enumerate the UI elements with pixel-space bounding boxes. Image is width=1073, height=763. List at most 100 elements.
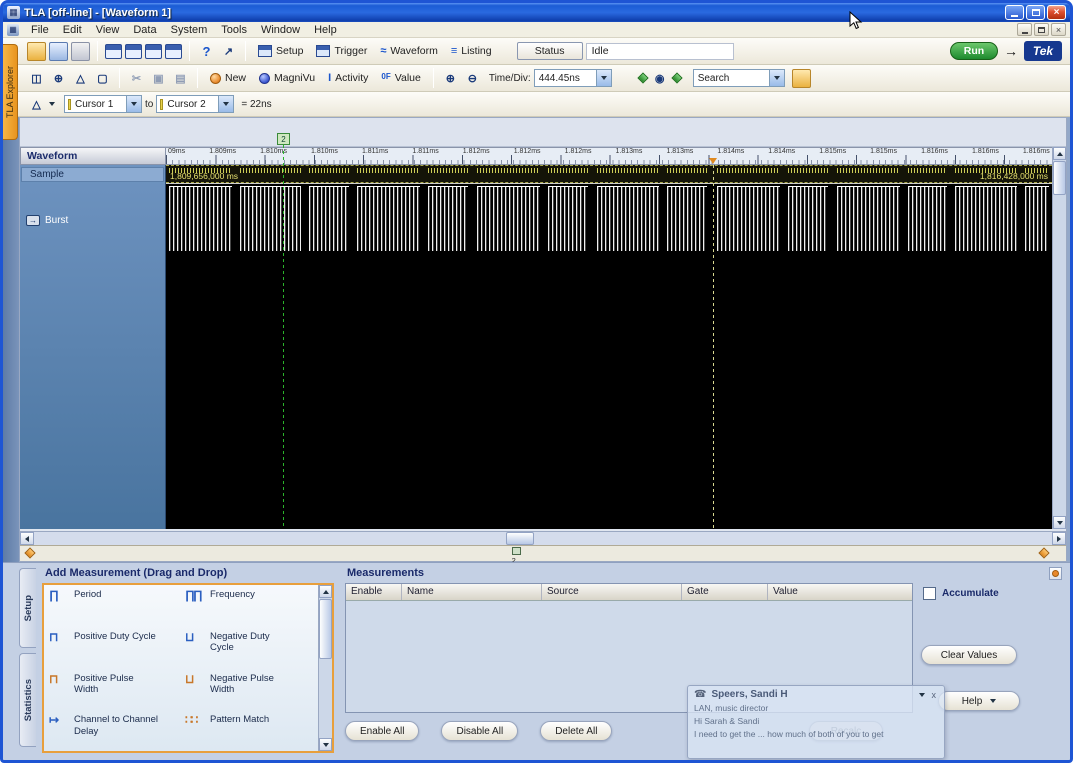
panel-tab-statistics[interactable]: Statistics [19,653,36,747]
waveform-button[interactable]: ≈ Waveform [375,43,443,59]
activity-button[interactable]: I Activity [323,70,373,86]
cursor1-line[interactable] [713,165,714,529]
splitter-icon[interactable]: ◫ [27,69,46,88]
mdi-close-button[interactable]: × [1051,23,1066,36]
open-icon[interactable] [27,42,46,61]
vertical-scroll-thumb[interactable] [1053,161,1066,195]
menu-view[interactable]: View [90,23,126,37]
measurement-item[interactable]: ↦Channel to Channel Delay [47,713,179,749]
close-button[interactable]: × [1047,5,1066,20]
zoom-in-icon[interactable]: ⊕ [441,69,460,88]
overview-bar[interactable]: 2 [20,545,1066,561]
setup-button[interactable]: Setup [253,43,308,59]
button-enable-all[interactable]: Enable All [345,721,419,741]
popup-close-icon[interactable]: x [930,690,939,700]
value-button[interactable]: 0F Value [376,70,425,86]
overview-cursor2-marker[interactable]: 2 [512,547,521,555]
help-icon[interactable]: ? [197,42,216,61]
copy-icon[interactable]: ▣ [149,69,168,88]
paste-icon[interactable]: ▤ [171,69,190,88]
cut-icon[interactable]: ✂ [127,69,146,88]
measurement-item[interactable]: ⊔Negative Duty Cycle [183,630,315,666]
cursor1-top-marker[interactable] [709,158,717,164]
menu-file[interactable]: File [25,23,55,37]
menu-system[interactable]: System [165,23,214,37]
search-dropdown-icon[interactable] [769,70,784,86]
list-scroll-thumb[interactable] [319,599,332,659]
accumulate-checkbox[interactable] [923,587,936,600]
magnifier-icon[interactable]: ⊕ [49,69,68,88]
magnivu-button[interactable]: MagniVu [254,70,320,86]
accumulate-option[interactable]: Accumulate [923,587,999,600]
delta-icon[interactable]: △ [27,95,46,114]
measurement-item[interactable]: ⊓Positive Duty Cycle [47,630,179,666]
zoom-out-icon[interactable]: ⊖ [463,69,482,88]
window-icon[interactable]: ▢ [93,69,112,88]
mdi-minimize-button[interactable] [1017,23,1032,36]
save-icon[interactable] [49,42,68,61]
button-disable-all[interactable]: Disable All [441,721,518,741]
list-scroll-up-button[interactable] [319,585,332,598]
minimize-button[interactable] [1005,5,1024,20]
menu-window[interactable]: Window [255,23,306,37]
cursor2-flag[interactable]: 2 [277,133,290,145]
clear-values-button[interactable]: Clear Values [921,645,1017,665]
new-button[interactable]: New [205,70,251,86]
sample-row-label[interactable]: Sample [21,167,164,182]
title-bar[interactable]: ▦ TLA [off-line] - [Waveform 1] × [3,3,1070,22]
timediv-dropdown-icon[interactable] [596,70,611,86]
properties-wizard-icon[interactable]: ↗ [219,42,238,61]
search-previous-icon[interactable] [637,72,648,83]
search-next-icon[interactable] [671,72,682,83]
cursor1-dropdown-icon[interactable] [126,96,141,112]
burst-signal-row[interactable]: → Burst [26,215,68,226]
menu-edit[interactable]: Edit [57,23,88,37]
cursor1-select[interactable]: Cursor 1 [64,95,142,113]
status-button[interactable]: Status [517,42,583,60]
measurement-item[interactable]: ∏Period [47,588,179,624]
cursor2-line[interactable] [283,145,284,529]
search-select[interactable]: Search [693,69,785,87]
trigger-button[interactable]: Trigger [311,43,372,59]
measurement-list-scrollbar[interactable] [318,585,332,751]
vertical-scrollbar[interactable] [1052,147,1066,529]
horizontal-scroll-thumb[interactable] [506,532,534,545]
search-options-icon[interactable] [792,69,811,88]
time-ruler[interactable]: 09ms1.809ms1.810ms1.810ms1.811ms1.811ms1… [166,147,1052,165]
marker-strip[interactable]: 2 [20,118,1066,147]
menu-help[interactable]: Help [308,23,343,37]
panel-options-button[interactable] [1049,567,1062,580]
mdi-restore-button[interactable] [1034,23,1049,36]
layout-window-icon-4[interactable] [165,44,182,59]
range-marker-left[interactable] [24,547,35,558]
binoculars-icon[interactable]: ◉ [653,69,667,88]
button-delete-all[interactable]: Delete All [540,721,612,741]
timediv-select[interactable]: 444.45ns [534,69,612,87]
scroll-down-button[interactable] [1053,516,1066,529]
help-button[interactable]: Help [938,691,1020,711]
print-icon[interactable] [71,42,90,61]
horizontal-scrollbar[interactable] [20,531,1066,545]
layout-window-icon-2[interactable] [125,44,142,59]
measurement-item[interactable]: ∷∷Pattern Match [183,713,315,749]
range-marker-right[interactable] [1038,547,1049,558]
zoom-triangle-icon[interactable]: △ [71,69,90,88]
scroll-right-button[interactable] [1052,532,1066,545]
delta-dropdown-icon[interactable] [49,102,55,106]
measurement-item[interactable]: ⊓Positive Pulse Width [47,672,179,708]
cursor2-select[interactable]: Cursor 2 [156,95,234,113]
maximize-button[interactable] [1026,5,1045,20]
scroll-left-button[interactable] [20,532,34,545]
measurement-item[interactable]: ⊔Negative Pulse Width [183,672,315,708]
tla-explorer-tab[interactable]: TLA Explorer [3,44,18,140]
menu-tools[interactable]: Tools [215,23,253,37]
menu-data[interactable]: Data [127,23,162,37]
layout-window-icon-1[interactable] [105,44,122,59]
layout-window-icon-3[interactable] [145,44,162,59]
notification-popup[interactable]: ☎ Speers, Sandi H x LAN, music directorH… [687,685,945,759]
measurement-item[interactable]: ∏∏Frequency [183,588,315,624]
popup-dropdown-icon[interactable] [919,693,925,697]
waveform-display[interactable]: 1,809,656,000 ms 1,816,428,000 ms [166,165,1052,529]
listing-button[interactable]: ≡ Listing [446,43,497,59]
burst-expand-icon[interactable]: → [26,215,40,226]
